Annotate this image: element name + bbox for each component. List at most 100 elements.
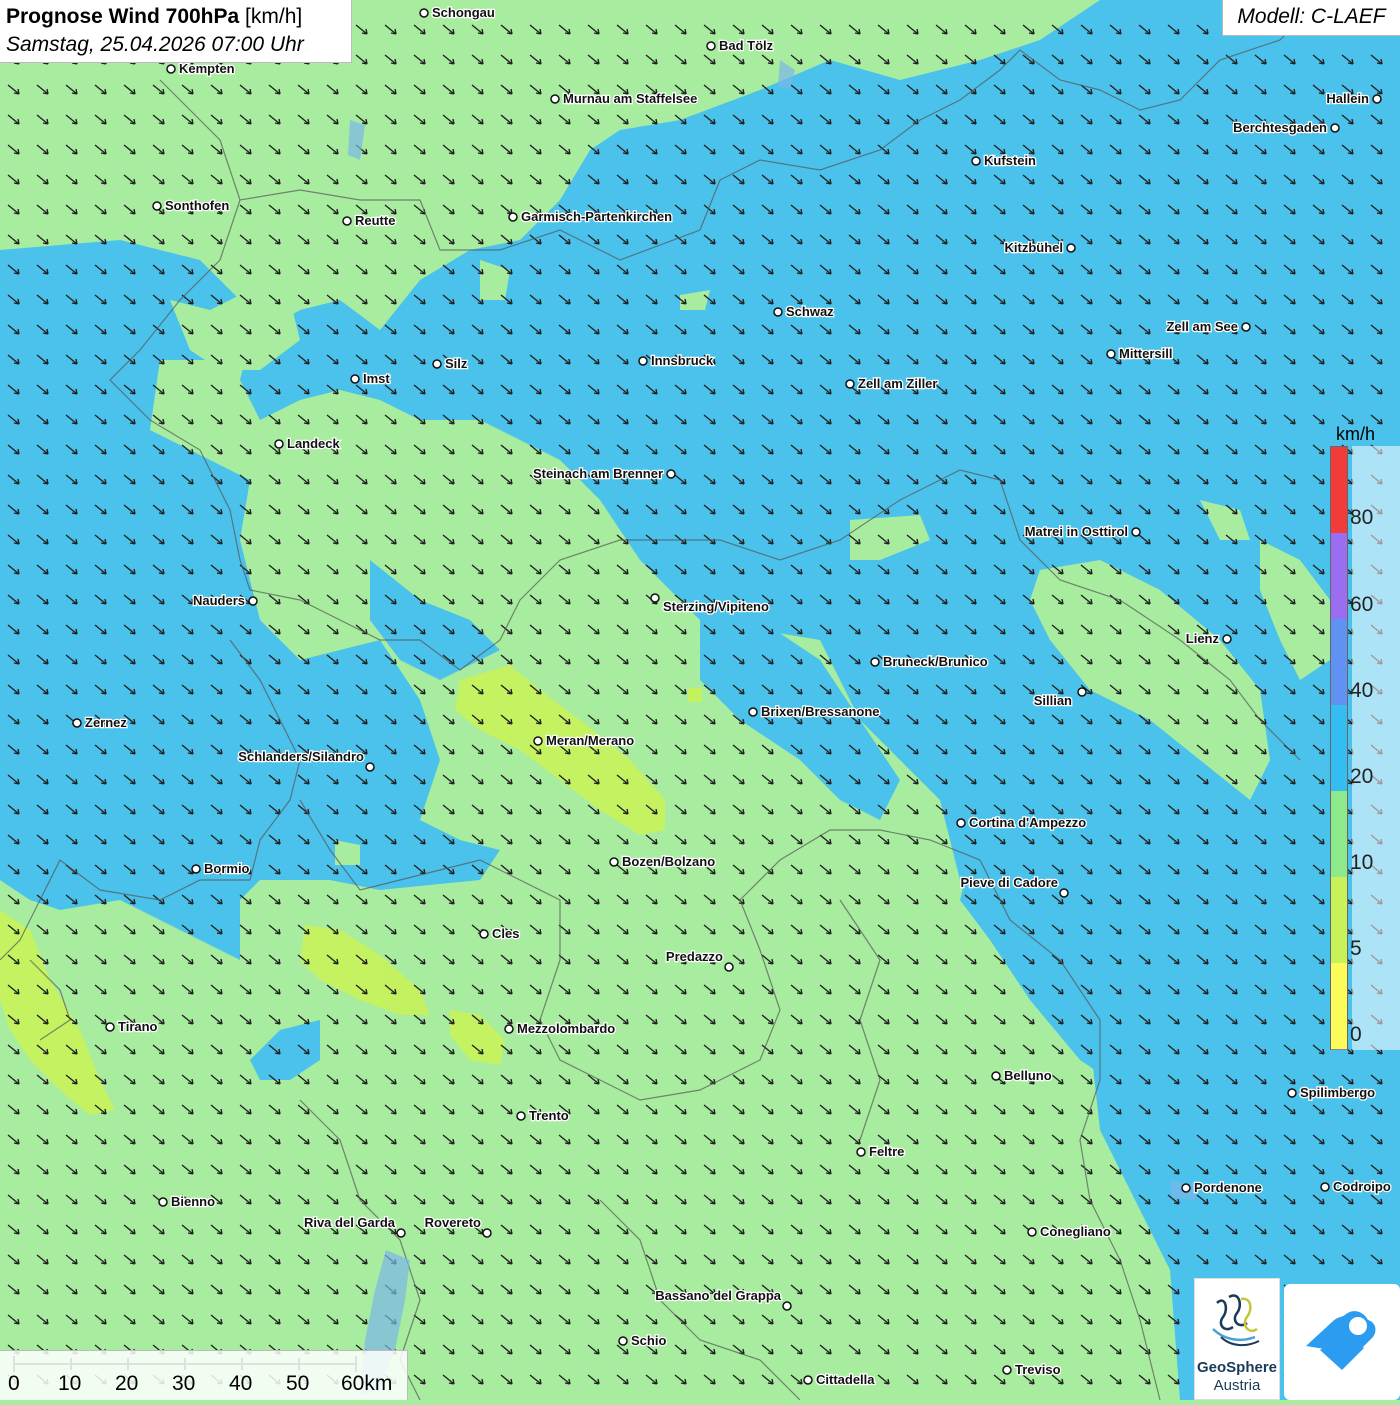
city-label: Innsbruck [651,353,714,368]
city-dot-icon [274,439,284,449]
city-dot-icon [479,929,489,939]
city-marker[interactable]: Cortina d'Ampezzo [956,814,1088,831]
city-dot-icon [72,718,82,728]
city-label: Schongau [432,5,495,20]
city-marker[interactable]: Garmisch-Partenkirchen [508,208,673,225]
city-marker[interactable]: Zell am Ziller [845,375,939,392]
legend-color-step [1331,705,1347,792]
city-label: Cles [492,926,519,941]
city-label: Mittersill [1119,346,1172,361]
city-dot-icon [706,41,716,51]
city-marker[interactable]: Berchtesgaden [1232,119,1340,136]
city-dot-icon [105,1022,115,1032]
city-label: Riva del Garda [304,1215,396,1230]
city-dot-icon [618,1336,628,1346]
city-label: Steinach am Brenner [533,466,663,481]
city-label: Sillian [1034,693,1072,708]
city-label: Matrei in Osttirol [1025,524,1128,539]
city-dot-icon [724,962,734,972]
city-dot-icon [991,1071,1001,1081]
city-dot-icon [650,593,660,603]
city-label: Mezzolombardo [517,1021,615,1036]
city-marker[interactable]: Spilimbergo [1287,1084,1376,1101]
app-logo[interactable] [1284,1284,1400,1400]
city-marker[interactable]: Pordenone [1181,1179,1263,1196]
city-dot-icon [748,707,758,717]
scale-label: 20 [115,1372,139,1395]
scale-label: 0 [8,1372,20,1395]
city-label: Hallein [1326,91,1369,106]
city-label: Cortina d'Ampezzo [969,815,1086,830]
city-label: Rovereto [425,1215,481,1230]
city-label: Imst [363,371,390,386]
city-label: Meran/Merano [546,733,634,748]
city-label: Schwaz [786,304,834,319]
logo-name-line2: Austria [1213,1377,1261,1394]
legend-unit: km/h [1336,424,1376,444]
logo-name-line1: GeoSphere [1196,1359,1278,1376]
legend-color-step [1331,791,1347,878]
city-dot-icon [396,1228,406,1238]
city-marker[interactable]: Matrei in Osttirol [1023,523,1141,540]
city-label: Garmisch-Partenkirchen [521,209,672,224]
scale-label: 10 [58,1372,82,1395]
city-dot-icon [956,818,966,828]
city-dot-icon [1059,888,1069,898]
city-dot-icon [516,1111,526,1121]
city-label: Zell am See [1166,319,1238,334]
geosphere-emblem-icon [1212,1294,1260,1347]
city-label: Bienno [171,1194,215,1209]
city-dot-icon [504,1024,514,1034]
city-label: Cittadella [816,1372,875,1387]
city-dot-icon [1066,243,1076,253]
city-marker[interactable]: Mezzolombardo [504,1020,617,1037]
forecast-datetime: Samstag, 25.04.2026 07:00 Uhr [6,33,304,56]
map-title: Prognose Wind 700hPa [km/h] [6,3,345,31]
city-marker[interactable]: Sonthofen [152,197,231,214]
legend-label: 60 [1350,593,1374,616]
city-dot-icon [870,657,880,667]
city-label: Landeck [287,436,341,451]
city-label: Pieve di Cadore [960,875,1058,890]
city-marker[interactable]: Bruneck/Brunico [870,653,989,670]
city-marker[interactable]: Schongau [419,4,496,21]
city-dot-icon [158,1197,168,1207]
city-marker[interactable]: Conegliano [1027,1223,1112,1240]
city-dot-icon [1222,634,1232,644]
city-label: Reutte [355,213,395,228]
city-label: Predazzo [666,949,723,964]
city-label: Spilimbergo [1300,1085,1375,1100]
city-marker[interactable]: Meran/Merano [533,732,635,749]
city-label: Kitzbühel [1005,240,1064,255]
city-dot-icon [1077,687,1087,697]
city-dot-icon [350,374,360,384]
legend-colorbar [1330,446,1348,1050]
city-label: Bad Tölz [719,38,774,53]
city-marker[interactable]: Bozen/Bolzano [609,853,716,870]
city-dot-icon [191,864,201,874]
legend-label: 5 [1350,937,1362,960]
city-marker[interactable]: Steinach am Brenner [532,465,676,482]
city-dot-icon [152,201,162,211]
city-label: Kufstein [984,153,1036,168]
city-dot-icon [248,596,258,606]
city-label: Pordenone [1194,1180,1262,1195]
city-dot-icon [550,94,560,104]
city-dot-icon [1320,1182,1330,1192]
city-dot-icon [1241,322,1251,332]
city-dot-icon [1181,1183,1191,1193]
city-marker[interactable]: Brixen/Bressanone [748,703,881,720]
city-label: Nauders [193,593,245,608]
city-dot-icon [1002,1365,1012,1375]
city-label: Kempten [179,61,235,76]
city-dot-icon [856,1147,866,1157]
city-marker[interactable]: Zell am See [1165,318,1251,335]
city-marker[interactable]: Murnau am Staffelsee [550,90,699,107]
city-label: Brixen/Bressanone [761,704,880,719]
city-label: Bormio [204,861,250,876]
city-dot-icon [666,469,676,479]
city-marker[interactable]: Innsbruck [638,352,715,369]
geosphere-logo[interactable]: GeoSphere Austria [1194,1278,1280,1400]
scale-label: 40 [229,1372,253,1395]
city-label: Sonthofen [165,198,229,213]
